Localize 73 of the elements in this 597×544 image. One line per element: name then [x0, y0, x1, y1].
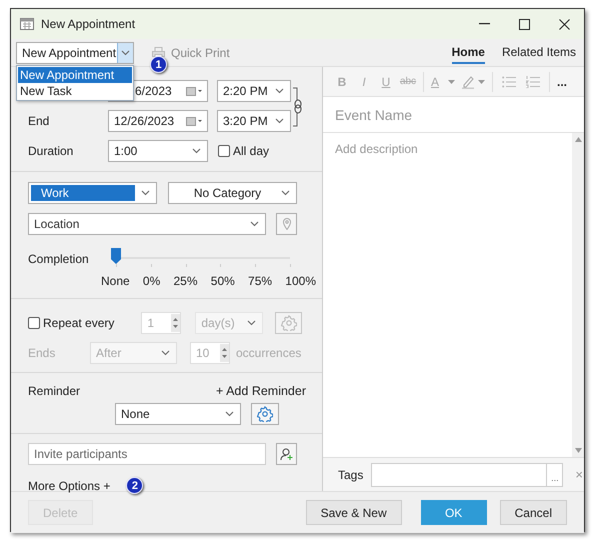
field-label: occurrences	[236, 346, 302, 360]
chevron-icon	[141, 190, 150, 196]
chevron-icon	[225, 411, 234, 417]
dialog-button[interactable]: Cancel	[500, 500, 567, 525]
time-dropdown[interactable]: 3:20 PM	[217, 110, 291, 132]
caret-icon[interactable]	[448, 80, 455, 84]
recurrence-settings-button[interactable]	[275, 312, 302, 334]
caret-icon[interactable]	[478, 80, 485, 84]
maximize-icon[interactable]	[518, 18, 530, 30]
slider-thumb[interactable]	[111, 248, 121, 264]
close-icon[interactable]	[558, 18, 570, 30]
selected-calendar: Work	[31, 185, 135, 201]
stepper-icon	[220, 344, 229, 362]
slider-label: 100%	[285, 274, 316, 288]
tab[interactable]: Related Items	[502, 42, 576, 64]
chevron-icon	[161, 350, 170, 356]
bullet-list-icon[interactable]	[502, 76, 516, 88]
menu-item[interactable]: New Appointment	[18, 67, 132, 83]
field-label: Reminder	[28, 384, 80, 398]
chevron-icon	[281, 190, 290, 196]
dialog-button[interactable]: Save & New	[306, 500, 402, 525]
slider-label: 75%	[248, 274, 272, 288]
map-pin-icon	[282, 218, 290, 230]
chevron-icon	[121, 50, 130, 56]
callout-badge: 2	[126, 477, 144, 494]
chevron-icon	[275, 88, 284, 94]
chevron-icon	[247, 320, 256, 326]
ok-button[interactable]: OK	[420, 500, 487, 525]
slider-label: 0%	[142, 274, 160, 288]
duration-dropdown[interactable]: 1:00	[108, 140, 208, 162]
slider-label: 25%	[174, 274, 198, 288]
reminder-settings-button[interactable]	[251, 403, 279, 425]
chevron-icon	[250, 221, 259, 227]
more-button[interactable]: ...	[557, 74, 568, 88]
map-pin-button[interactable]	[276, 213, 297, 235]
stepper-icon	[171, 314, 180, 332]
more-options-link[interactable]: More Options +	[28, 478, 110, 492]
minimize-icon[interactable]	[478, 23, 490, 25]
calendar-picker-icon	[186, 116, 202, 126]
date-field[interactable]: 12/26/2023	[108, 110, 208, 132]
location-field[interactable]: Location	[28, 213, 266, 235]
numbered-list-icon[interactable]	[526, 76, 540, 88]
callout-badge: 1	[150, 56, 167, 73]
tab[interactable]: Home	[452, 42, 485, 64]
calendar-icon	[20, 18, 34, 30]
invite-participants-field[interactable]: Invite participants	[28, 443, 266, 465]
calendar-dropdown[interactable]: Work	[28, 182, 157, 204]
reminder-dropdown[interactable]: None	[115, 403, 241, 425]
field-label: Duration	[28, 144, 74, 158]
highlighter-icon[interactable]	[461, 74, 475, 88]
browse-button[interactable]: ...	[546, 464, 562, 486]
gear-icon	[280, 315, 297, 331]
scroll-down-icon[interactable]	[574, 448, 582, 453]
field-label: Completion	[28, 252, 90, 266]
slider-label: 50%	[210, 274, 235, 288]
tags-field[interactable]: ...	[371, 462, 564, 486]
time-dropdown[interactable]: 2:20 PM	[217, 80, 291, 102]
category-dropdown[interactable]: No Category	[168, 182, 297, 204]
field-label: Tags	[338, 468, 364, 482]
item-type-dropdown[interactable]: New Appointment	[16, 42, 134, 64]
field-label: Ends	[28, 346, 56, 360]
chevron-icon	[275, 118, 284, 124]
add-person-icon	[280, 447, 294, 461]
window-title: New Appointment	[41, 17, 136, 31]
add-reminder-link[interactable]: + Add Reminder	[216, 384, 306, 398]
all-day-checkbox[interactable]: All day	[218, 144, 270, 158]
scroll-up-icon[interactable]	[574, 137, 582, 142]
gear-icon	[257, 406, 273, 422]
chevron-icon	[192, 148, 201, 154]
calendar-picker-icon	[186, 86, 202, 96]
add-participant-button[interactable]	[276, 443, 297, 465]
field-label: End	[28, 114, 50, 128]
slider-label: None	[101, 274, 130, 288]
